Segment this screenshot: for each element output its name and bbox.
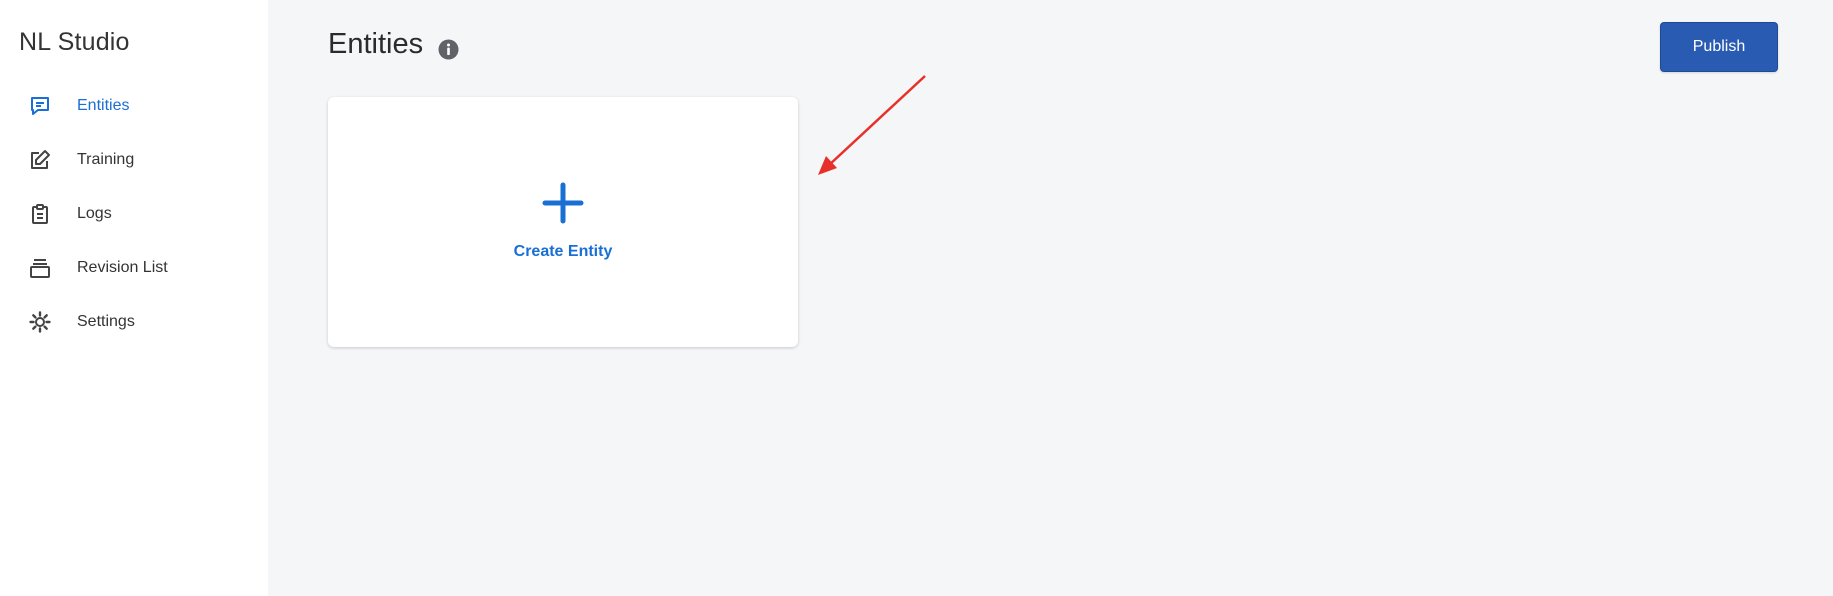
sidebar-item-logs[interactable]: Logs [0, 187, 268, 241]
sidebar-item-label: Revision List [77, 259, 168, 276]
clipboard-icon [28, 202, 52, 226]
info-icon[interactable] [438, 39, 459, 60]
sidebar-item-label: Training [77, 151, 135, 168]
sidebar-item-settings[interactable]: Settings [0, 295, 268, 349]
sidebar-nav: Entities Training Logs Revision List Set… [0, 79, 268, 349]
sidebar-item-entities[interactable]: Entities [0, 79, 268, 133]
sidebar-item-revision-list[interactable]: Revision List [0, 241, 268, 295]
app-title: NL Studio [19, 28, 130, 56]
stack-icon [28, 256, 52, 280]
create-entity-label: Create Entity [513, 243, 613, 260]
plus-icon [542, 182, 584, 224]
edit-icon [28, 148, 52, 172]
gear-icon [28, 310, 52, 334]
sidebar-item-label: Logs [77, 205, 112, 222]
annotation-arrow-icon [808, 70, 928, 180]
sidebar-item-label: Settings [77, 313, 135, 330]
publish-button[interactable]: Publish [1660, 22, 1778, 72]
sidebar: NL Studio Entities Training Logs Revisio… [0, 0, 268, 596]
sidebar-item-label: Entities [77, 97, 130, 114]
message-square-icon [28, 94, 52, 118]
create-entity-card[interactable]: Create Entity [328, 97, 798, 347]
page-title: Entities [328, 28, 424, 60]
app-window: NL Studio Entities Training Logs Revisio… [0, 0, 1833, 596]
main-content: Entities Publish Create Entity [268, 0, 1833, 596]
sidebar-item-training[interactable]: Training [0, 133, 268, 187]
